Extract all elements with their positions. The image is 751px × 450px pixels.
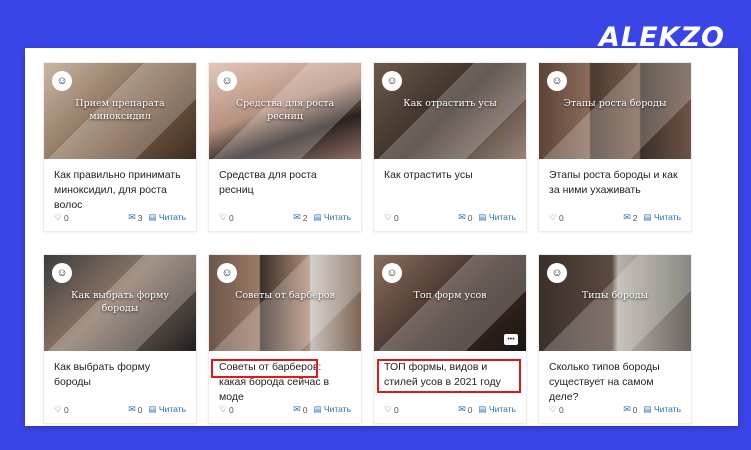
thumbnail-caption: Как отрастить усы bbox=[403, 98, 497, 109]
likes-count: 0 bbox=[229, 212, 234, 223]
likes-count: 0 bbox=[64, 212, 69, 223]
likes-count: 0 bbox=[394, 404, 399, 415]
thumbnail-caption: Топ форм усов bbox=[413, 290, 487, 301]
article-thumbnail[interactable]: ☺ Как выбрать форму бороды bbox=[44, 255, 196, 351]
read-link[interactable]: ▤ Читать bbox=[644, 212, 681, 223]
article-card-beard-shape[interactable]: ☺ Как выбрать форму бороды Как выбрать ф… bbox=[43, 254, 197, 424]
read-link[interactable]: ▤ Читать bbox=[314, 212, 351, 223]
comment-icon: ✉ bbox=[128, 404, 136, 414]
article-meta: ♡ 0 ✉ 0 ▤ Читать bbox=[374, 404, 526, 423]
comment-icon: ✉ bbox=[293, 404, 301, 414]
article-card-barber-tips[interactable]: ☺ Советы от барберов Советы от барберов:… bbox=[208, 254, 362, 424]
read-link[interactable]: ▤ Читать bbox=[149, 212, 186, 223]
read-link-label: Читать bbox=[158, 212, 186, 222]
comment-icon: ✉ bbox=[458, 212, 466, 222]
comments-count: 0 bbox=[467, 404, 473, 415]
thumbnail-caption: Средства для роста ресниц bbox=[235, 98, 335, 122]
heart-icon[interactable]: ♡ bbox=[219, 404, 227, 415]
read-link[interactable]: ▤ Читать bbox=[314, 404, 351, 415]
thumbnail-caption: Прием препарата миноксидил bbox=[75, 98, 165, 122]
article-card-beard-types[interactable]: ☺ Типы бороды Сколько типов бороды сущес… bbox=[538, 254, 692, 424]
comments-count: 0 bbox=[467, 212, 473, 223]
heart-icon[interactable]: ♡ bbox=[384, 404, 392, 415]
article-thumbnail[interactable]: ☺ Этапы роста бороды bbox=[539, 63, 691, 159]
read-link-label: Читать bbox=[488, 212, 516, 222]
likes-count: 0 bbox=[559, 212, 564, 223]
comment-icon: ✉ bbox=[128, 212, 136, 222]
article-title[interactable]: Как выбрать форму бороды bbox=[44, 351, 196, 404]
thumbnail-caption: Советы от барберов bbox=[235, 290, 335, 301]
read-link[interactable]: ▤ Читать bbox=[644, 404, 681, 415]
article-meta: ♡ 0 ✉ 2 ▤ Читать bbox=[209, 212, 361, 231]
likes-count: 0 bbox=[229, 404, 234, 415]
highlight-box-barber bbox=[211, 359, 318, 378]
heart-icon[interactable]: ♡ bbox=[54, 212, 62, 223]
comments-count: 2 bbox=[632, 212, 638, 223]
author-avatar-icon: ☺ bbox=[217, 263, 237, 283]
read-link-label: Читать bbox=[653, 404, 681, 414]
article-meta: ♡ 0 ✉ 0 ▤ Читать bbox=[44, 404, 196, 423]
read-link-label: Читать bbox=[488, 404, 516, 414]
comments-count: 0 bbox=[302, 404, 308, 415]
article-title[interactable]: Этапы роста бороды и как за ними ухажива… bbox=[539, 159, 691, 212]
comments-count: 3 bbox=[137, 212, 143, 223]
article-meta: ♡ 0 ✉ 0 ▤ Читать bbox=[539, 404, 691, 423]
article-card-minoxidil[interactable]: ☺ Прием препарата миноксидил Как правиль… bbox=[43, 62, 197, 232]
likes-count: 0 bbox=[559, 404, 564, 415]
chat-icon[interactable]: ••• bbox=[504, 334, 518, 345]
read-link-label: Читать bbox=[158, 404, 186, 414]
author-avatar-icon: ☺ bbox=[382, 71, 402, 91]
article-thumbnail[interactable]: ☺ Топ форм усов ••• bbox=[374, 255, 526, 351]
article-meta: ♡ 0 ✉ 0 ▤ Читать bbox=[209, 404, 361, 423]
heart-icon[interactable]: ♡ bbox=[549, 404, 557, 415]
author-avatar-icon: ☺ bbox=[382, 263, 402, 283]
heart-icon[interactable]: ♡ bbox=[549, 212, 557, 223]
thumbnail-caption: Этапы роста бороды bbox=[563, 98, 667, 109]
comment-icon: ✉ bbox=[458, 404, 466, 414]
comment-icon: ✉ bbox=[293, 212, 301, 222]
article-thumbnail[interactable]: ☺ Прием препарата миноксидил bbox=[44, 63, 196, 159]
likes-count: 0 bbox=[64, 404, 69, 415]
author-avatar-icon: ☺ bbox=[547, 263, 567, 283]
article-title[interactable]: Сколько типов бороды существует на самом… bbox=[539, 351, 691, 404]
article-title[interactable]: Средства для роста ресниц bbox=[209, 159, 361, 212]
article-title[interactable]: Как правильно принимать миноксидил, для … bbox=[44, 159, 196, 212]
article-title[interactable]: Как отрастить усы bbox=[374, 159, 526, 212]
read-link-label: Читать bbox=[323, 212, 351, 222]
read-link[interactable]: ▤ Читать bbox=[479, 212, 516, 223]
article-card-beard-stages[interactable]: ☺ Этапы роста бороды Этапы роста бороды … bbox=[538, 62, 692, 232]
comment-icon: ✉ bbox=[623, 404, 631, 414]
comments-count: 0 bbox=[632, 404, 638, 415]
comment-icon: ✉ bbox=[623, 212, 631, 222]
article-meta: ♡ 0 ✉ 2 ▤ Читать bbox=[539, 212, 691, 231]
comments-count: 0 bbox=[137, 404, 143, 415]
article-card-mustache-styles[interactable]: ☺ Топ форм усов ••• ТОП формы, видов и с… bbox=[373, 254, 527, 424]
comments-count: 2 bbox=[302, 212, 308, 223]
article-meta: ♡ 0 ✉ 3 ▤ Читать bbox=[44, 212, 196, 231]
article-thumbnail[interactable]: ☺ Типы бороды bbox=[539, 255, 691, 351]
article-card-mustache-grow[interactable]: ☺ Как отрастить усы Как отрастить усы ♡ … bbox=[373, 62, 527, 232]
author-avatar-icon: ☺ bbox=[52, 71, 72, 91]
article-thumbnail[interactable]: ☺ Советы от барберов bbox=[209, 255, 361, 351]
heart-icon[interactable]: ♡ bbox=[384, 212, 392, 223]
read-link[interactable]: ▤ Читать bbox=[479, 404, 516, 415]
highlight-box-mustache bbox=[377, 359, 521, 393]
author-avatar-icon: ☺ bbox=[217, 71, 237, 91]
thumbnail-caption: Как выбрать форму бороды bbox=[70, 290, 169, 314]
articles-panel: ☺ Прием препарата миноксидил Как правиль… bbox=[25, 48, 738, 426]
read-link[interactable]: ▤ Читать bbox=[149, 404, 186, 415]
likes-count: 0 bbox=[394, 212, 399, 223]
article-meta: ♡ 0 ✉ 0 ▤ Читать bbox=[374, 212, 526, 231]
author-avatar-icon: ☺ bbox=[52, 263, 72, 283]
thumbnail-caption: Типы бороды bbox=[581, 290, 649, 301]
article-card-eyelashes[interactable]: ☺ Средства для роста ресниц Средства для… bbox=[208, 62, 362, 232]
read-link-label: Читать bbox=[653, 212, 681, 222]
heart-icon[interactable]: ♡ bbox=[219, 212, 227, 223]
article-thumbnail[interactable]: ☺ Средства для роста ресниц bbox=[209, 63, 361, 159]
article-thumbnail[interactable]: ☺ Как отрастить усы bbox=[374, 63, 526, 159]
author-avatar-icon: ☺ bbox=[547, 71, 567, 91]
read-link-label: Читать bbox=[323, 404, 351, 414]
heart-icon[interactable]: ♡ bbox=[54, 404, 62, 415]
